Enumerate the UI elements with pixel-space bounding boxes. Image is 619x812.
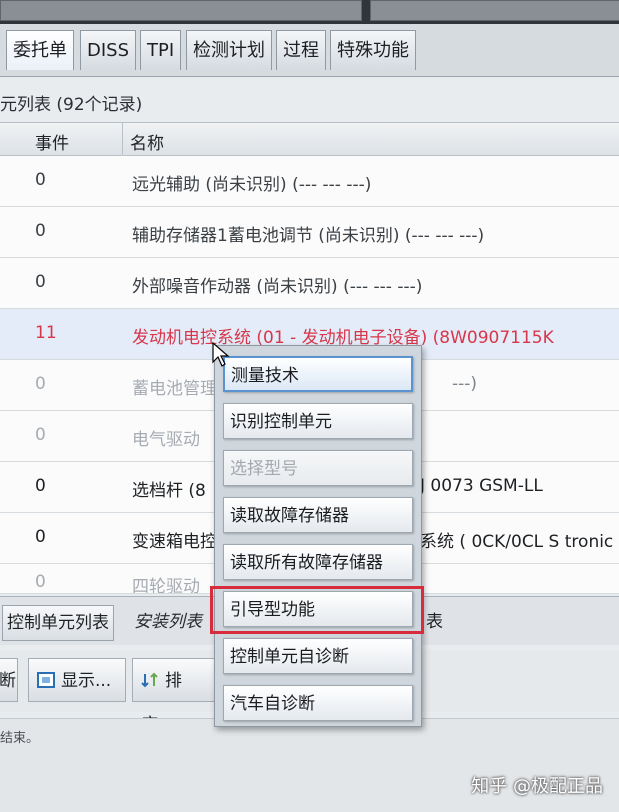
list-title: 元列表 (92个记录) — [0, 95, 143, 115]
tab-process[interactable]: 过程 — [276, 30, 326, 70]
top-window-strip — [0, 0, 619, 24]
row-name: 蓄电池管理 — [132, 379, 217, 399]
table-row[interactable]: 0 辅助存储器1蓄电池调节 (尚未识别) (--- --- ---) — [0, 207, 619, 258]
menu-item-vehicle-self-diagnosis[interactable]: 汽车自诊断 — [223, 685, 413, 721]
tab-special-functions[interactable]: 特殊功能 — [330, 30, 416, 70]
row-name: 辅助存储器1蓄电池调节 (尚未识别) (--- --- ---) — [132, 226, 485, 246]
column-divider — [122, 123, 123, 155]
highlight-box — [210, 586, 424, 634]
menu-item-select-model[interactable]: 选择型号 — [223, 450, 413, 486]
row-name-tail: J 0073 GSM-LL — [420, 476, 543, 496]
toolbar-left-button[interactable]: 断 — [0, 658, 18, 702]
row-event-count: 11 — [35, 323, 57, 343]
tab-partial-label[interactable]: 表 — [422, 605, 447, 639]
table-row[interactable]: 0 远光辅助 (尚未识别) (--- --- ---) — [0, 156, 619, 207]
display-button[interactable]: 显示... — [28, 658, 126, 702]
table-row[interactable]: 0 外部噪音作动器 (尚未识别) (--- --- ---) — [0, 258, 619, 309]
mouse-cursor-icon — [212, 342, 230, 367]
row-name: 选档杆 (8 — [132, 481, 206, 501]
row-name-tail: ---) — [452, 374, 478, 394]
row-event-count: 0 — [35, 170, 46, 190]
row-event-count: 0 — [35, 272, 46, 292]
display-icon — [37, 672, 55, 688]
row-name-tail: 系统 ( 0CK/0CL S tronic — [420, 532, 614, 552]
top-slot-right — [370, 0, 619, 21]
tab-control-unit-list[interactable]: 控制单元列表 — [2, 605, 114, 641]
row-name: 远光辅助 (尚未识别) (--- --- ---) — [132, 175, 372, 195]
table-header: 事件 名称 — [0, 123, 619, 156]
tab-order[interactable]: 委托单 — [6, 30, 74, 70]
status-text: 结束。 — [0, 731, 40, 746]
row-event-count: 0 — [35, 572, 46, 592]
menu-item-read-all-fault-memory[interactable]: 读取所有故障存储器 — [223, 544, 413, 580]
sort-icon — [141, 672, 158, 688]
watermark: 知乎 @极配正品 — [471, 776, 603, 797]
row-name: 电气驱动 — [132, 430, 200, 450]
row-event-count: 0 — [35, 221, 46, 241]
tab-diss[interactable]: DISS — [80, 30, 137, 70]
display-label: 显示... — [61, 671, 112, 691]
tab-tpi[interactable]: TPI — [140, 30, 182, 70]
column-event[interactable]: 事件 — [35, 129, 69, 154]
menu-item-identify-control-unit[interactable]: 识别控制单元 — [223, 403, 413, 439]
main-tab-bar: 委托单 DISS TPI 检测计划 过程 特殊功能 — [0, 24, 619, 77]
tab-test-plan[interactable]: 检测计划 — [186, 30, 272, 70]
row-event-count: 0 — [35, 476, 46, 496]
top-slot-left — [0, 0, 362, 21]
row-name: 四轮驱动 — [132, 577, 200, 594]
row-event-count: 0 — [35, 374, 46, 394]
menu-item-measurement[interactable]: 测量技术 — [223, 356, 413, 392]
toolbar-left-label: 断 — [0, 671, 16, 691]
context-menu: 测量技术 识别控制单元 选择型号 读取故障存储器 读取所有故障存储器 引导型功能… — [214, 345, 422, 727]
row-name: 外部噪音作动器 (尚未识别) (--- --- ---) — [132, 277, 423, 297]
sort-button[interactable]: 排序... — [132, 658, 216, 735]
column-name[interactable]: 名称 — [130, 129, 164, 154]
tab-install-list[interactable]: 安装列表 — [130, 605, 206, 639]
menu-item-read-fault-memory[interactable]: 读取故障存储器 — [223, 497, 413, 533]
row-event-count: 0 — [35, 527, 46, 547]
menu-item-control-unit-self-diagnosis[interactable]: 控制单元自诊断 — [223, 638, 413, 674]
row-name: 变速箱电控 — [132, 532, 217, 552]
row-event-count: 0 — [35, 425, 46, 445]
